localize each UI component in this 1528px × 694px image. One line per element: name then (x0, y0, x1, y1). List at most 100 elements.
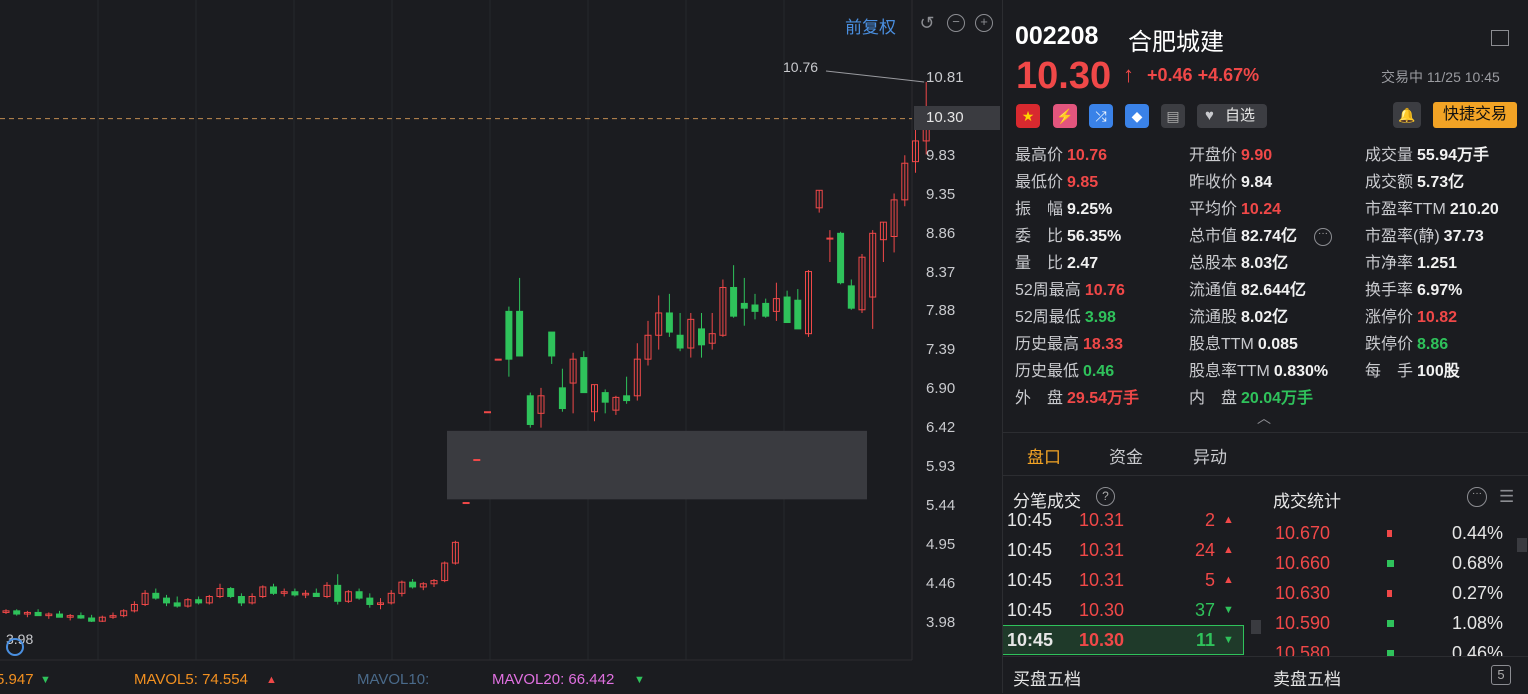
stat-value: 9.84 (1241, 174, 1273, 191)
candle-body (783, 296, 791, 324)
stat-label: 总市值 (1189, 228, 1238, 245)
price-axis-label: 10.81 (926, 69, 964, 86)
adjust-mode-button[interactable]: 前复权 (845, 13, 896, 38)
candle-body (34, 611, 42, 617)
stat-item: 流通值 82.644亿 (1189, 278, 1306, 304)
stat-item: 振 幅 9.25% (1015, 197, 1112, 223)
candle-body (558, 387, 566, 410)
stat-item: 总股本 8.03亿 (1189, 251, 1288, 277)
heart-icon: ♥ (1205, 107, 1214, 124)
kline-canvas[interactable]: 10.76 3.98 (0, 0, 1000, 693)
candle-body (837, 232, 845, 284)
collapse-chevron-icon[interactable]: ︿ (1257, 408, 1271, 428)
candle-body (334, 584, 342, 602)
stat-value: 3.98 (1084, 309, 1116, 326)
candle-body (152, 592, 160, 599)
candle-body (623, 395, 631, 402)
stat-item: 历史最高 18.33 (1015, 332, 1123, 358)
stat-label: 市盈率TTM (1365, 201, 1446, 218)
zoom-out-icon[interactable]: − (947, 14, 965, 32)
stat-value: 8.86 (1417, 336, 1449, 353)
stat-value: 10.24 (1241, 201, 1282, 218)
china-flag-icon[interactable]: ★ (1016, 104, 1040, 128)
add-watchlist-label: 自选 (1225, 107, 1256, 124)
kline-chart[interactable]: 10.76 3.98 前复权 ↺ − + 10.81 9.83 9.35 8.86 8.3… (0, 0, 1000, 693)
stat-item: 每 手 100股 (1365, 359, 1460, 385)
stat-label: 最低价 (1015, 174, 1064, 191)
trade-stats-list[interactable]: 10.670 0.44% 10.660 0.68% 10.630 0.27% 10.590 1… (1003, 518, 1528, 656)
candle-body (516, 310, 524, 357)
up-arrow-icon: ↑ (1123, 62, 1134, 87)
stat-value: 37.73 (1443, 228, 1484, 245)
candle-body (826, 237, 834, 240)
trade-stat-pct: 0.68% (1451, 553, 1503, 573)
flash-icon[interactable]: ⚡ (1053, 104, 1077, 128)
stat-value: 0.830% (1273, 363, 1329, 380)
price-change-pct: +4.67% (1197, 65, 1260, 85)
price-axis-label: 4.46 (926, 574, 956, 592)
stat-value: 0.085 (1257, 336, 1298, 353)
stat-item: 量 比 2.47 (1015, 251, 1098, 277)
stat-label: 开盘价 (1189, 147, 1238, 164)
zoom-in-icon[interactable]: + (975, 14, 993, 32)
candle-body (762, 302, 770, 317)
stat-value: 55.94万手 (1417, 147, 1490, 164)
price-axis-label: 5.44 (926, 496, 956, 514)
stat-label: 股息率TTM (1189, 363, 1270, 380)
vol-indicator-mavol20: MAVOL20: 66.442 (492, 671, 615, 688)
trade-stat-row: 10.660 0.68% (1273, 548, 1513, 578)
stat-item: 开盘价 9.90 (1189, 143, 1272, 169)
scrollbar[interactable] (1517, 538, 1527, 552)
stat-label: 平均价 (1189, 201, 1238, 218)
trade-stat-row: 10.670 0.44% (1273, 518, 1513, 548)
last-price: 10.30 (1016, 55, 1112, 97)
reset-icon[interactable]: ↺ (918, 14, 936, 32)
vol-indicator-0: 5.947 (0, 671, 34, 688)
stat-label: 最高价 (1015, 147, 1064, 164)
stock-name: 合肥城建 (1128, 29, 1224, 56)
list-icon[interactable]: ☰ (1499, 487, 1514, 507)
stat-label: 每 手 (1365, 363, 1414, 380)
stat-item: 市盈率TTM 210.20 (1365, 197, 1499, 223)
five-levels-icon[interactable]: 5 (1491, 665, 1511, 685)
stat-item: 最低价 9.85 (1015, 170, 1098, 196)
stat-label: 昨收价 (1189, 174, 1238, 191)
candle-body (665, 312, 673, 333)
tab-yidong[interactable]: 异动 (1193, 443, 1227, 468)
stat-label: 市盈率(静) (1365, 228, 1440, 245)
tab-pankou[interactable]: 盘口 (1027, 443, 1061, 468)
candle-body (462, 502, 470, 505)
layout-toggle-icon[interactable] (1491, 30, 1509, 46)
candle-body (173, 602, 181, 607)
panel-tabs: 盘口 资金 异动 (1003, 432, 1528, 476)
stat-label: 成交额 (1365, 174, 1414, 191)
tag-icon[interactable]: ◆ (1125, 104, 1149, 128)
fast-trade-button[interactable]: 快捷交易 (1433, 102, 1517, 128)
stat-item: 内 盘 20.04万手 (1189, 386, 1313, 412)
more-icon[interactable]: ··· (1314, 228, 1332, 246)
stat-value: 210.20 (1449, 201, 1499, 218)
note-icon[interactable]: ▤ (1161, 104, 1185, 128)
stat-label: 历史最高 (1015, 336, 1080, 353)
more-icon[interactable]: ··· (1467, 487, 1487, 507)
price-axis-label: 6.42 (926, 419, 956, 437)
candle-body (484, 411, 491, 414)
candle-body (77, 615, 85, 619)
help-icon[interactable]: ? (1096, 487, 1115, 506)
tab-zijin[interactable]: 资金 (1109, 443, 1143, 468)
candle-body (676, 334, 684, 349)
add-watchlist-button[interactable]: ♥ 自选 (1197, 104, 1267, 128)
stat-label: 股息TTM (1189, 336, 1254, 353)
candle-body (794, 299, 802, 330)
price-change-abs: +0.46 (1147, 65, 1193, 85)
candle-body (473, 459, 481, 462)
down-arrow-icon: ▼ (634, 674, 645, 686)
price-axis-label: 5.93 (926, 458, 956, 475)
stat-value: 29.54万手 (1067, 390, 1140, 407)
indicator-settings-icon[interactable] (6, 638, 24, 656)
high-marker-line (825, 70, 925, 83)
bell-icon[interactable]: 🔔 (1393, 102, 1421, 128)
trade-stat-bar (1387, 530, 1392, 537)
candle-body (227, 588, 235, 598)
shuffle-icon[interactable]: ⤮ (1089, 104, 1113, 128)
